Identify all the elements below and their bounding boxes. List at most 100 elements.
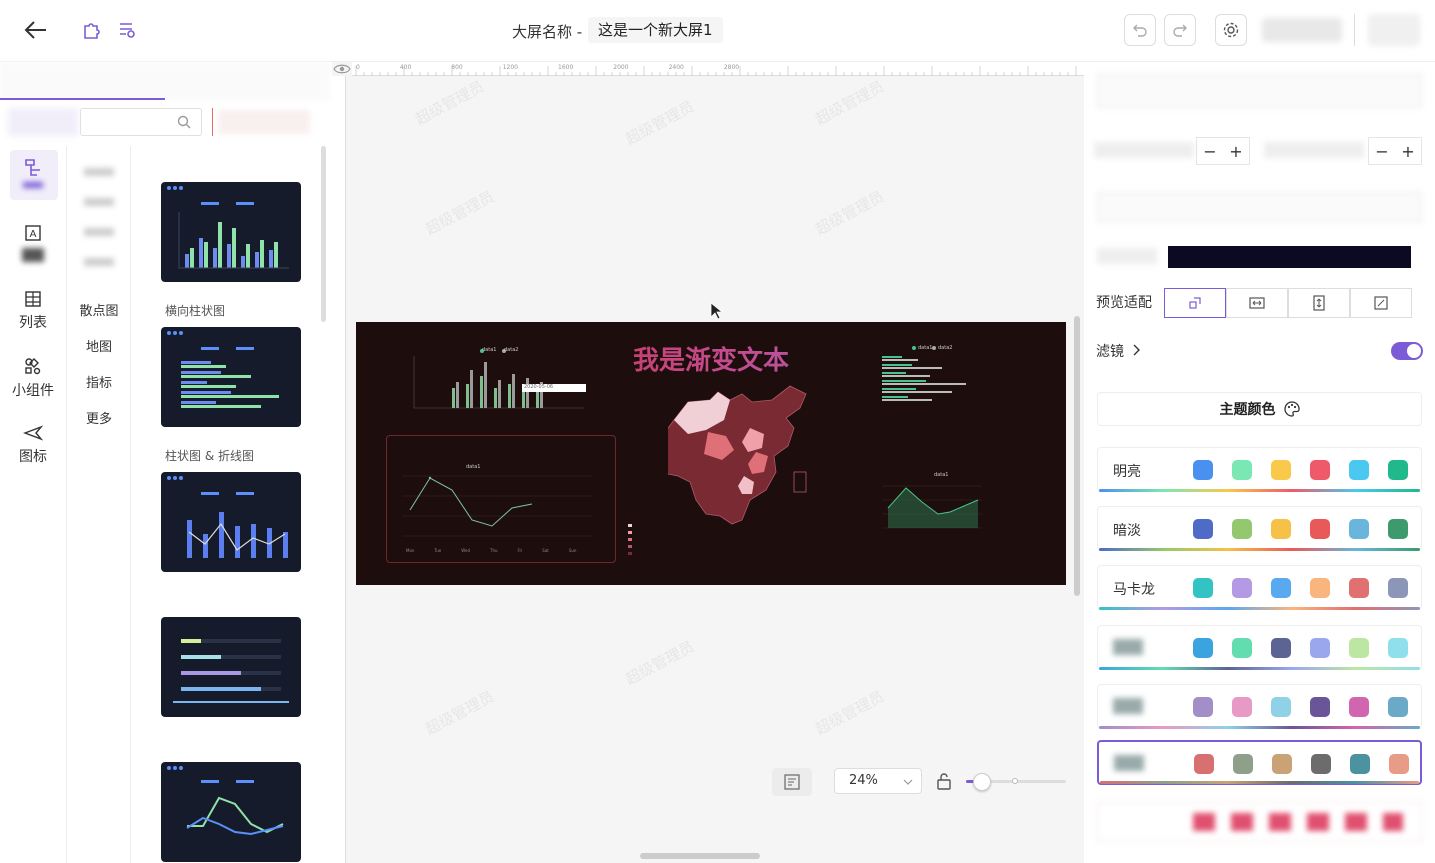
theme-name [1113,698,1143,714]
rail-item-icons[interactable]: 图标 [8,424,58,466]
background-upload[interactable] [1097,192,1422,222]
chevron-right-icon[interactable] [1132,344,1142,356]
dashboard-bar-chart[interactable] [412,344,592,414]
subnav-indicator[interactable]: 指标 [68,372,130,391]
filter-toggle[interactable] [1391,342,1423,360]
rail-label-icons: 图标 [19,449,47,465]
minus-icon[interactable]: − [1375,142,1388,161]
color-swatch [1271,638,1291,658]
color-swatch [1272,754,1292,774]
theme-gradient-bar [1099,489,1420,492]
background-color-swatch[interactable] [1168,246,1411,268]
thumb-bar-line-chart[interactable] [161,472,301,572]
rail-item-layout[interactable] [8,156,58,188]
theme-row[interactable] [1097,625,1422,670]
thumb-bar-chart[interactable] [161,182,301,282]
rail-label-widgets: 小组件 [12,383,54,399]
search-icon [177,115,191,129]
subnav-divider [130,146,131,863]
zoom-slider-handle[interactable] [972,773,991,791]
plus-icon[interactable]: + [1401,142,1414,161]
dashboard-line-chart[interactable] [396,462,601,558]
color-swatch [1310,697,1330,717]
width-stepper[interactable]: − + [1196,137,1250,165]
screen-name-setting[interactable] [1097,74,1422,108]
hbar-legend-data2: data2 [938,345,953,351]
active-tab-underline [0,98,165,100]
map-visual-legend [628,524,632,555]
color-swatch [1271,460,1291,480]
save-button[interactable] [1368,14,1420,46]
screen-name-label: 大屏名称 - [512,23,583,41]
color-swatch [1271,697,1291,717]
watermark: 超级管理员 [812,187,888,239]
undo-button[interactable] [1124,14,1156,46]
top-toolbar: 大屏名称 - 这是一个新大屏1 [0,0,1435,62]
minimap-button[interactable] [772,768,812,796]
zoom-select[interactable]: 24% [834,768,922,794]
theme-color-title: 主题颜色 [1219,402,1276,418]
dashboard-hbar-chart[interactable] [872,344,992,410]
theme-swatches [1194,754,1409,774]
color-swatch [1310,578,1330,598]
fit-width-button[interactable] [1226,288,1288,318]
subnav-scatter[interactable]: 散点图 [68,300,130,319]
canvas-vertical-scrollbar[interactable] [1074,316,1080,596]
fit-auto-button[interactable] [1164,288,1226,318]
color-swatch [1388,460,1408,480]
layers-list-icon[interactable] [113,16,141,44]
fit-auto-icon [1189,297,1201,309]
palette-icon[interactable] [1283,401,1300,417]
preview-publish-buttons[interactable] [1262,18,1342,42]
plus-icon[interactable]: + [1229,142,1242,161]
gear-icon [1223,22,1239,38]
dashboard-china-map[interactable] [668,380,818,540]
theme-row-more[interactable] [1097,802,1422,842]
layout-icon [25,159,40,176]
subnav-more[interactable]: 更多 [68,408,130,427]
thumb-line-chart[interactable] [161,762,301,862]
thumb-label-hbar: 横向柱状图 [165,304,226,318]
redo-button[interactable] [1164,14,1196,46]
color-swatch [1271,519,1291,539]
settings-button[interactable] [1215,14,1247,46]
theme-row[interactable] [1097,684,1422,729]
puzzle-icon[interactable] [78,16,106,44]
rail-item-table[interactable]: 列表 [8,290,58,332]
minus-icon[interactable]: − [1203,142,1216,161]
library-filter[interactable] [218,110,310,134]
color-swatch [1232,578,1252,598]
color-swatch [1349,519,1369,539]
theme-row[interactable]: 马卡龙 [1097,565,1422,610]
color-swatch [1388,697,1408,717]
screen-name-input[interactable]: 这是一个新大屏1 [588,17,723,43]
theme-row[interactable] [1097,740,1422,785]
theme-row[interactable]: 暗淡 [1097,506,1422,551]
vertical-ruler [332,76,346,863]
dashboard-preview[interactable]: 我是渐变文本 data1 data2 2020-05-06 data1 Mon T… [356,322,1066,585]
color-swatch [1193,460,1213,480]
eye-icon[interactable] [332,62,352,76]
subnav-map[interactable]: 地图 [68,336,130,355]
thumb-horizontal-bar-chart[interactable] [161,327,301,427]
dashboard-area-chart[interactable] [876,472,988,538]
back-arrow-icon[interactable] [22,16,50,44]
library-search-input[interactable] [80,108,202,136]
height-stepper[interactable]: − + [1368,137,1422,165]
theme-name: 马卡龙 [1113,582,1155,598]
canvas-horizontal-scrollbar[interactable] [640,853,760,859]
subnav-blurred-items[interactable] [84,158,114,288]
library-tabs[interactable] [0,62,330,100]
zoom-slider-track[interactable] [966,773,1066,791]
rail-item-text[interactable]: A [8,224,58,262]
rail-item-widgets[interactable]: 小组件 [8,356,58,400]
fit-height-button[interactable] [1288,288,1350,318]
library-search-type[interactable] [8,108,78,136]
theme-name [1114,755,1144,771]
theme-row[interactable]: 明亮 [1097,447,1422,492]
fit-full-button[interactable] [1350,288,1412,318]
thumb-label-bar-line: 柱状图 & 折线图 [165,449,254,463]
lock-icon[interactable] [936,772,952,790]
library-scrollbar[interactable] [321,146,326,322]
thumb-progress-chart[interactable] [161,617,301,717]
